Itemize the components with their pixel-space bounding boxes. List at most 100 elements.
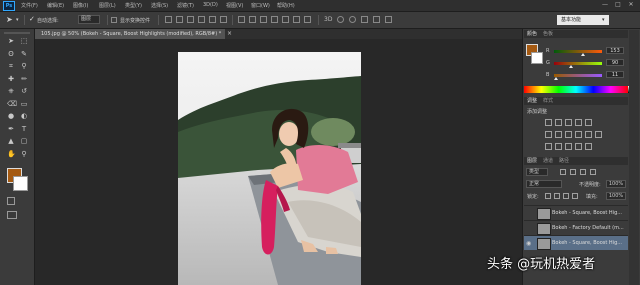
blue-slider-track[interactable]	[554, 74, 602, 77]
menu-layer[interactable]: 图层(L)	[99, 2, 116, 9]
background-color-swatch[interactable]	[13, 176, 28, 191]
show-transform-checkbox[interactable]	[111, 17, 117, 23]
lasso-tool-icon[interactable]: ʘ	[7, 50, 15, 58]
layer-row[interactable]: ◉ Bokeh - Square, Boost Hig...	[524, 235, 628, 250]
distribute-vcenter-icon[interactable]	[249, 16, 256, 23]
red-slider-thumb[interactable]	[580, 53, 585, 56]
selective-color-icon[interactable]	[585, 143, 592, 150]
close-tab-icon[interactable]: ×	[227, 30, 232, 37]
exposure-icon[interactable]	[575, 119, 582, 126]
menu-select[interactable]: 选择(S)	[151, 2, 168, 9]
pen-tool-icon[interactable]: ✒	[7, 125, 15, 133]
levels-icon[interactable]	[555, 119, 562, 126]
shape-tool-icon[interactable]: ▢	[20, 137, 28, 145]
3d-roll-icon[interactable]	[349, 16, 356, 23]
green-slider-track[interactable]	[554, 62, 602, 65]
zoom-tool-icon[interactable]: ⚲	[20, 150, 28, 158]
menu-type[interactable]: 类型(Y)	[125, 2, 142, 9]
tab-swatches[interactable]: 色板	[543, 30, 553, 38]
blue-slider-thumb[interactable]	[553, 77, 558, 80]
chevron-down-icon[interactable]: ▾	[16, 17, 19, 23]
document-canvas-image[interactable]	[178, 52, 361, 285]
panel-grip[interactable]	[4, 32, 30, 34]
lock-pixels-icon[interactable]	[554, 193, 560, 199]
layer-row[interactable]: Bokeh - Square, Boost Hig...	[524, 205, 628, 220]
invert-icon[interactable]	[545, 143, 552, 150]
path-select-tool-icon[interactable]: ▲	[7, 137, 15, 145]
align-top-icon[interactable]	[165, 16, 172, 23]
align-bottom-icon[interactable]	[187, 16, 194, 23]
gradient-map-icon[interactable]	[575, 143, 582, 150]
auto-select-dropdown[interactable]: 图层	[78, 15, 100, 24]
fill-field[interactable]: 100%	[606, 192, 626, 200]
align-right-icon[interactable]	[220, 16, 227, 23]
green-value-field[interactable]: 90	[606, 59, 624, 66]
color-lookup-icon[interactable]	[595, 131, 602, 138]
menu-3d[interactable]: 3D(D)	[203, 2, 218, 8]
brush-tool-icon[interactable]: ✏	[20, 75, 28, 83]
menu-filter[interactable]: 滤镜(T)	[177, 2, 194, 9]
filter-type-icon[interactable]	[580, 169, 586, 175]
menu-view[interactable]: 视图(V)	[226, 2, 243, 9]
brightness-contrast-icon[interactable]	[545, 119, 552, 126]
blue-value-field[interactable]: 11	[606, 71, 624, 78]
quick-mask-icon[interactable]	[7, 197, 15, 205]
quick-select-tool-icon[interactable]: ✎	[20, 50, 28, 58]
history-brush-tool-icon[interactable]: ↺	[20, 87, 28, 95]
marquee-tool-icon[interactable]: ⬚	[20, 37, 28, 45]
distribute-top-icon[interactable]	[238, 16, 245, 23]
tab-adjustments[interactable]: 调整	[527, 97, 537, 105]
distribute-bottom-icon[interactable]	[260, 16, 267, 23]
green-slider-thumb[interactable]	[568, 65, 573, 68]
move-arrow-icon[interactable]: ➤	[6, 15, 13, 24]
tab-channels[interactable]: 通道	[543, 157, 553, 165]
blend-mode-dropdown[interactable]: 正常	[526, 180, 562, 188]
menu-image[interactable]: 图像(I)	[73, 2, 88, 9]
screen-mode-icon[interactable]	[7, 211, 17, 219]
clone-stamp-tool-icon[interactable]: ⎈	[7, 87, 15, 95]
lock-all-icon[interactable]	[572, 193, 578, 199]
opacity-field[interactable]: 100%	[606, 180, 626, 188]
visibility-eye-icon[interactable]: ◉	[526, 240, 531, 247]
menu-help[interactable]: 帮助(H)	[277, 2, 295, 9]
black-white-icon[interactable]	[565, 131, 572, 138]
color-spectrum-ramp[interactable]	[524, 86, 628, 93]
hue-saturation-icon[interactable]	[545, 131, 552, 138]
threshold-icon[interactable]	[565, 143, 572, 150]
align-hcenter-icon[interactable]	[209, 16, 216, 23]
menu-file[interactable]: 文件(F)	[21, 2, 38, 9]
dodge-tool-icon[interactable]: ◐	[20, 112, 28, 120]
auto-select-checkbox[interactable]: ✓	[29, 15, 35, 23]
3d-scale-icon[interactable]	[385, 16, 392, 23]
hand-tool-icon[interactable]: ✋	[7, 150, 16, 158]
lock-transparency-icon[interactable]	[545, 193, 551, 199]
filter-adjustment-icon[interactable]	[570, 169, 576, 175]
document-tab[interactable]: 105.jpg @ 50% (Bokeh - Square, Boost Hig…	[35, 29, 225, 39]
lock-position-icon[interactable]	[563, 193, 569, 199]
auto-align-icon[interactable]	[304, 16, 311, 23]
red-slider-track[interactable]	[554, 50, 602, 53]
move-tool-icon[interactable]: ➤	[7, 37, 15, 45]
align-left-icon[interactable]	[198, 16, 205, 23]
close-window-button[interactable]: ✕	[626, 1, 636, 9]
eyedropper-tool-icon[interactable]: ⚲	[20, 62, 28, 70]
maximize-button[interactable]: □	[613, 1, 623, 9]
tab-paths[interactable]: 路径	[559, 157, 569, 165]
crop-tool-icon[interactable]: ⌗	[7, 62, 15, 70]
type-tool-icon[interactable]: T	[20, 125, 28, 133]
tab-color[interactable]: 颜色	[527, 30, 537, 38]
blur-tool-icon[interactable]: ●	[7, 112, 15, 120]
filter-pixel-icon[interactable]	[560, 169, 566, 175]
photo-filter-icon[interactable]	[575, 131, 582, 138]
distribute-right-icon[interactable]	[293, 16, 300, 23]
distribute-left-icon[interactable]	[271, 16, 278, 23]
layer-row[interactable]: Bokeh - Factory Default (m...	[524, 220, 628, 235]
3d-rotate-icon[interactable]	[337, 16, 344, 23]
menu-window[interactable]: 窗口(W)	[251, 2, 270, 9]
menu-edit[interactable]: 编辑(E)	[47, 2, 64, 9]
minimize-button[interactable]: —	[600, 1, 610, 9]
3d-drag-icon[interactable]	[361, 16, 368, 23]
channel-mixer-icon[interactable]	[585, 131, 592, 138]
healing-brush-tool-icon[interactable]: ✚	[7, 75, 15, 83]
filter-shape-icon[interactable]	[590, 169, 596, 175]
